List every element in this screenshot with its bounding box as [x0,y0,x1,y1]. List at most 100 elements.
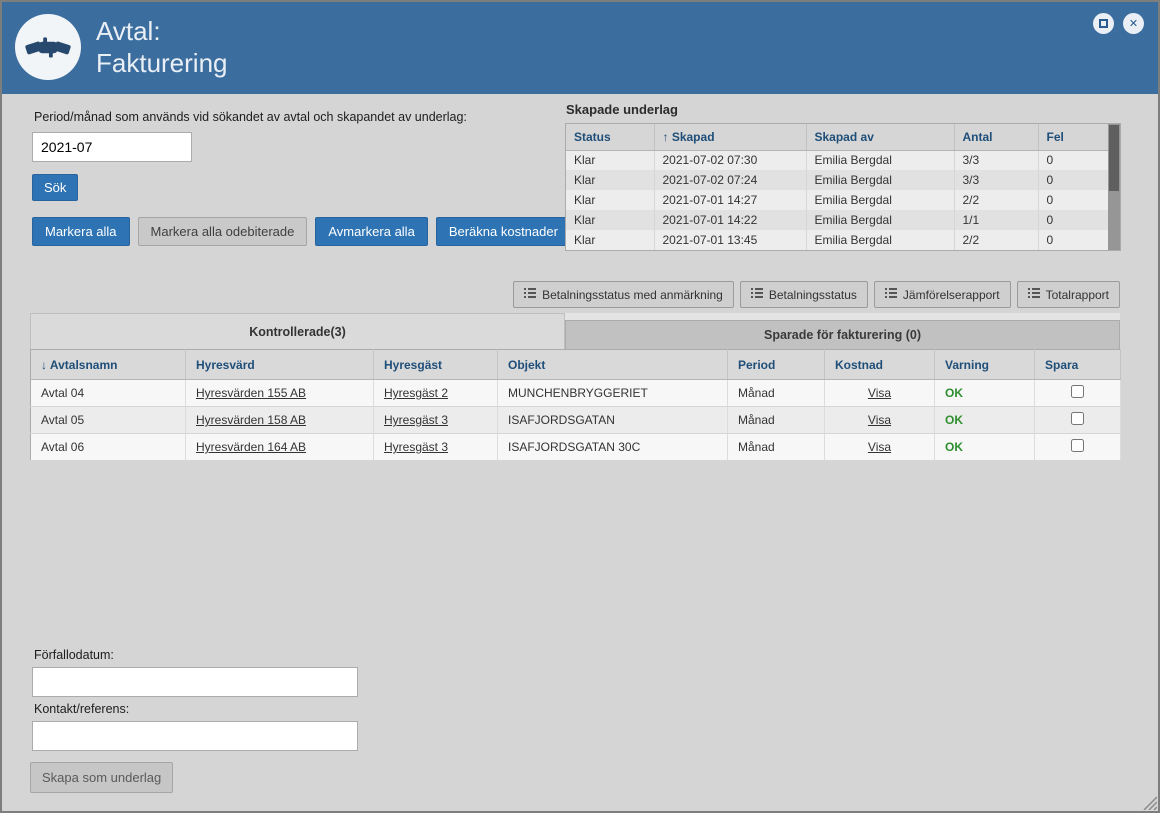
select-all-button[interactable]: Markera alla [32,217,130,246]
maximize-icon [1099,19,1108,28]
column-header-antal[interactable]: Antal [954,124,1039,151]
cell-skapad-av: Emilia Bergdal [806,230,955,250]
app-window: Avtal: Fakturering ✕ Period/månad som an… [0,0,1160,813]
cell-skapad: 2021-07-02 07:30 [654,150,807,170]
tenant-link[interactable]: Hyresgäst 2 [384,386,448,400]
report-icon [884,287,897,302]
warning-status: OK [945,440,963,454]
spara-checkbox[interactable] [1071,412,1084,425]
report-button-row: Betalningsstatus med anmärkning Betalnin… [513,281,1120,308]
cell-status: Klar [566,230,655,250]
landlord-link[interactable]: Hyresvärden 158 AB [196,413,306,427]
contracts-header-row: ↓ Avtalsnamn Hyresvärd Hyresgäst Objekt … [30,349,1121,380]
tenant-link[interactable]: Hyresgäst 3 [384,413,448,427]
visa-cost-link[interactable]: Visa [868,386,891,400]
column-header-spara[interactable]: Spara [1034,349,1121,380]
scrollbar-thumb[interactable] [1109,125,1119,191]
cell-skapad: 2021-07-01 14:22 [654,210,807,230]
tab-kontrollerade[interactable]: Kontrollerade(3) [30,313,565,349]
created-documents-table: Status ↑ Skapad Skapad av Antal Fel Klar… [566,124,1109,250]
visa-cost-link[interactable]: Visa [868,440,891,454]
column-header-hyresgast[interactable]: Hyresgäst [373,349,498,380]
cell-kostnad: Visa [824,433,935,461]
column-header-skapad-av[interactable]: Skapad av [806,124,955,151]
cell-antal: 3/3 [954,170,1039,190]
contract-row: Avtal 04 Hyresvärden 155 AB Hyresgäst 2 … [30,379,1121,407]
report-button-label: Jämförelserapport [902,287,1000,302]
tab-strip [565,313,1120,320]
close-button[interactable]: ✕ [1123,13,1144,34]
resize-grip[interactable] [1142,795,1158,811]
landlord-link[interactable]: Hyresvärden 164 AB [196,440,306,454]
selection-button-row: Markera alla Markera alla odebiterade Av… [32,217,571,246]
due-date-input[interactable] [32,667,358,697]
cell-fel: 0 [1038,150,1109,170]
window-title-line2: Fakturering [96,48,228,78]
calculate-costs-button[interactable]: Beräkna kostnader [435,217,571,246]
cell-status: Klar [566,190,655,210]
cell-spara [1034,406,1121,434]
cell-antal: 1/1 [954,210,1039,230]
cell-period: Månad [727,406,825,434]
column-header-avtalsnamn[interactable]: ↓ Avtalsnamn [30,349,186,380]
cell-skapad: 2021-07-01 14:27 [654,190,807,210]
create-document-button[interactable]: Skapa som underlag [30,762,174,793]
cell-hyresvard: Hyresvärden 155 AB [185,379,374,407]
column-header-status[interactable]: Status [566,124,655,151]
cell-status: Klar [566,210,655,230]
contact-reference-input[interactable] [32,721,358,751]
document-row[interactable]: Klar 2021-07-01 13:45 Emilia Bergdal 2/2… [566,230,1109,250]
cell-avtalsnamn: Avtal 04 [30,379,186,407]
document-row[interactable]: Klar 2021-07-01 14:22 Emilia Bergdal 1/1… [566,210,1109,230]
contract-row: Avtal 05 Hyresvärden 158 AB Hyresgäst 3 … [30,406,1121,434]
document-row[interactable]: Klar 2021-07-02 07:30 Emilia Bergdal 3/3… [566,150,1109,170]
column-header-varning[interactable]: Varning [934,349,1035,380]
report-button-payment-status-remarks[interactable]: Betalningsstatus med anmärkning [513,281,734,308]
cell-hyresgast: Hyresgäst 3 [373,406,498,434]
cell-spara [1034,433,1121,461]
cell-avtalsnamn: Avtal 05 [30,406,186,434]
report-button-label: Betalningsstatus med anmärkning [542,287,723,302]
cell-fel: 0 [1038,190,1109,210]
created-documents-panel: Status ↑ Skapad Skapad av Antal Fel Klar… [565,123,1121,251]
cell-skapad-av: Emilia Bergdal [806,150,955,170]
column-header-objekt[interactable]: Objekt [497,349,728,380]
cell-skapad-av: Emilia Bergdal [806,210,955,230]
maximize-button[interactable] [1093,13,1114,34]
deselect-all-button[interactable]: Avmarkera alla [315,217,428,246]
spara-checkbox[interactable] [1071,385,1084,398]
cell-antal: 2/2 [954,230,1039,250]
tenant-link[interactable]: Hyresgäst 3 [384,440,448,454]
report-icon [1027,287,1040,302]
tab-sparade-for-fakturering[interactable]: Sparade för fakturering (0) [565,320,1120,349]
cell-period: Månad [727,379,825,407]
scrollbar[interactable] [1108,124,1120,250]
warning-status: OK [945,413,963,427]
document-row[interactable]: Klar 2021-07-01 14:27 Emilia Bergdal 2/2… [566,190,1109,210]
close-icon: ✕ [1128,18,1139,30]
document-row[interactable]: Klar 2021-07-02 07:24 Emilia Bergdal 3/3… [566,170,1109,190]
visa-cost-link[interactable]: Visa [868,413,891,427]
cell-status: Klar [566,170,655,190]
landlord-link[interactable]: Hyresvärden 155 AB [196,386,306,400]
cell-fel: 0 [1038,210,1109,230]
window-title-line1: Avtal: [96,16,161,46]
spara-checkbox[interactable] [1071,439,1084,452]
cell-objekt: ISAFJORDSGATAN 30C [497,433,728,461]
cell-fel: 0 [1038,170,1109,190]
column-header-fel[interactable]: Fel [1038,124,1109,151]
contracts-table: ↓ Avtalsnamn Hyresvärd Hyresgäst Objekt … [30,349,1121,461]
select-all-unbilled-button[interactable]: Markera alla odebiterade [137,217,308,246]
report-button-label: Betalningsstatus [768,287,857,302]
report-button-total[interactable]: Totalrapport [1016,281,1120,308]
period-input[interactable] [32,132,192,162]
column-header-hyresvard[interactable]: Hyresvärd [185,349,374,380]
report-button-comparison[interactable]: Jämförelserapport [873,281,1011,308]
cell-spara [1034,379,1121,407]
column-header-kostnad[interactable]: Kostnad [824,349,935,380]
search-button[interactable]: Sök [32,174,79,201]
report-button-payment-status[interactable]: Betalningsstatus [739,281,868,308]
cell-avtalsnamn: Avtal 06 [30,433,186,461]
column-header-period[interactable]: Period [727,349,825,380]
column-header-skapad[interactable]: ↑ Skapad [654,124,807,151]
